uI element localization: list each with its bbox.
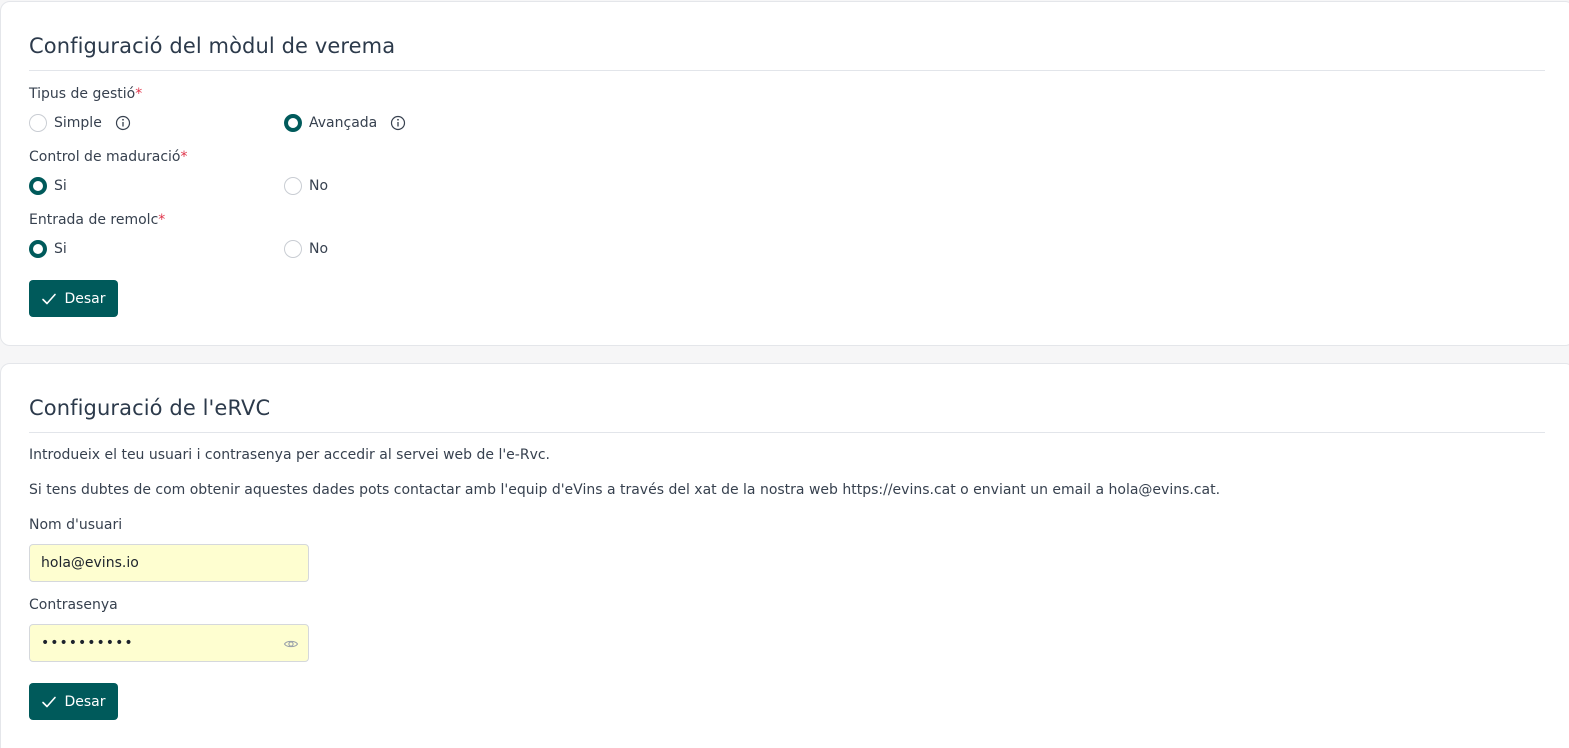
ervc-card: Configuració de l'eRVC Introdueix el teu… <box>0 363 1569 748</box>
trailer-entry-label: Entrada de remolc* <box>29 212 166 228</box>
management-type-label: Tipus de gestió* <box>29 86 143 102</box>
info-icon[interactable] <box>115 115 131 131</box>
check-icon <box>41 291 57 307</box>
harvest-module-card: Configuració del mòdul de verema Tipus d… <box>0 1 1569 346</box>
trailer-entry-radio-group: Si No <box>29 239 629 259</box>
divider <box>29 70 1545 71</box>
radio-option-trailer-no[interactable]: No <box>284 239 328 259</box>
required-mark: * <box>180 149 188 165</box>
radio-trailer-no[interactable] <box>284 240 302 258</box>
info-icon[interactable] <box>390 115 406 131</box>
management-type-radio-group: Simple Avançada <box>29 113 629 133</box>
radio-option-advanced[interactable]: Avançada <box>284 113 406 133</box>
radio-option-maturation-no[interactable]: No <box>284 176 328 196</box>
radio-label-maturation-yes: Si <box>54 178 67 194</box>
radio-label-trailer-yes: Si <box>54 241 67 257</box>
radio-label-trailer-no: No <box>309 241 329 257</box>
save-ervc-button[interactable]: Desar <box>29 683 118 720</box>
radio-trailer-yes[interactable] <box>29 240 47 258</box>
radio-maturation-yes[interactable] <box>29 177 47 195</box>
password-field-wrap <box>29 624 309 662</box>
save-ervc-label: Desar <box>64 693 106 710</box>
required-mark: * <box>158 212 166 228</box>
maturation-control-radio-group: Si No <box>29 176 629 196</box>
username-input[interactable] <box>30 545 308 581</box>
divider <box>29 432 1545 433</box>
radio-option-trailer-yes[interactable]: Si <box>29 239 67 259</box>
username-field-wrap <box>29 544 309 582</box>
radio-advanced[interactable] <box>284 114 302 132</box>
radio-label-advanced: Avançada <box>309 115 378 131</box>
save-harvest-label: Desar <box>64 290 106 307</box>
username-label: Nom d'usuari <box>29 517 123 533</box>
check-icon <box>41 694 57 710</box>
ervc-help-text: Si tens dubtes de com obtenir aquestes d… <box>29 482 1221 498</box>
eye-icon[interactable] <box>283 636 299 652</box>
harvest-module-title: Configuració del mòdul de verema <box>29 34 396 58</box>
ervc-intro-text: Introdueix el teu usuari i contrasenya p… <box>29 447 551 463</box>
required-mark: * <box>135 86 143 102</box>
radio-label-maturation-no: No <box>309 178 329 194</box>
password-label: Contrasenya <box>29 597 118 613</box>
ervc-title: Configuració de l'eRVC <box>29 396 271 420</box>
save-harvest-button[interactable]: Desar <box>29 280 118 317</box>
radio-label-simple: Simple <box>54 115 102 131</box>
radio-option-simple[interactable]: Simple <box>29 113 131 133</box>
radio-simple[interactable] <box>29 114 47 132</box>
radio-option-maturation-yes[interactable]: Si <box>29 176 67 196</box>
password-input[interactable] <box>30 625 308 661</box>
maturation-control-label: Control de maduració* <box>29 149 188 165</box>
radio-maturation-no[interactable] <box>284 177 302 195</box>
